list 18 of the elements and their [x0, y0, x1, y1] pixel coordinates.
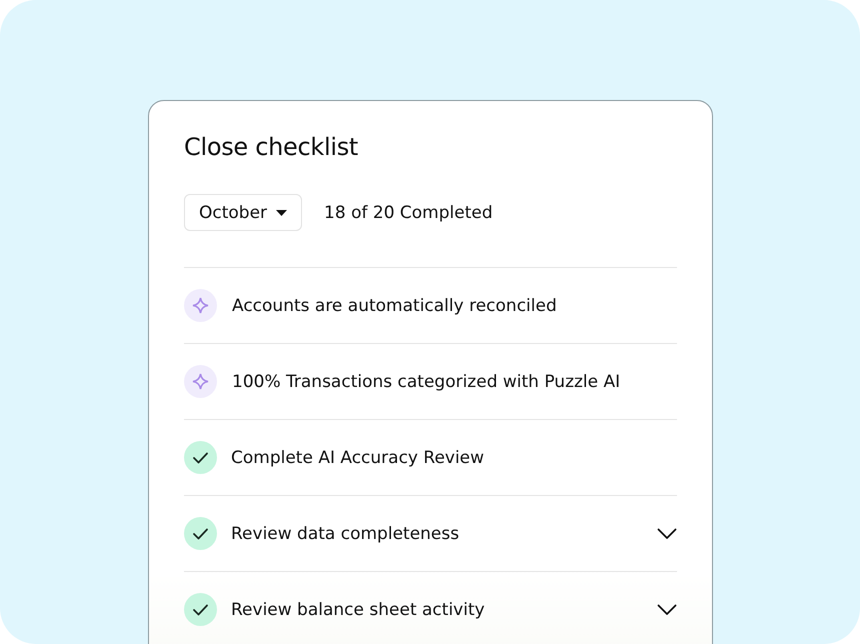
- checkmark-icon: [184, 517, 217, 550]
- sparkle-icon: [184, 365, 217, 398]
- caret-icon: [276, 210, 288, 216]
- sparkle-icon: [184, 289, 217, 322]
- item-label: Complete AI Accuracy Review: [231, 448, 486, 468]
- item-label: 100% Transactions categorized with Puzzle AI: [232, 372, 622, 392]
- checklist-item[interactable]: Review data completeness: [184, 495, 677, 571]
- chevron-down-icon[interactable]: [657, 528, 677, 540]
- checkmark-icon: [184, 441, 217, 474]
- card-title: Close checklist: [184, 133, 360, 161]
- item-label: Review data completeness: [231, 524, 460, 544]
- progress-text: 18 of 20 Completed: [324, 202, 493, 222]
- item-label: Accounts are automatically reconciled: [232, 296, 558, 316]
- item-label: Review balance sheet activity: [231, 600, 486, 620]
- month-dropdown[interactable]: October: [184, 194, 302, 231]
- checklist-item[interactable]: Review balance sheet activity: [184, 571, 677, 644]
- checkmark-icon: [184, 593, 217, 626]
- chevron-down-icon[interactable]: [657, 604, 677, 616]
